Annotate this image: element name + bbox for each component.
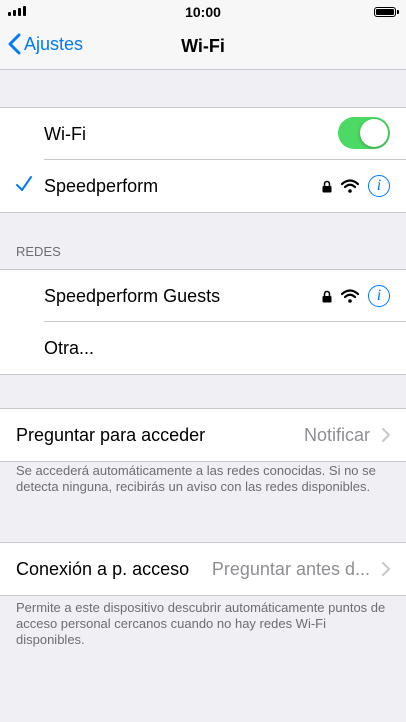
network-name: Speedperform Guests: [44, 285, 221, 306]
hotspot-row[interactable]: Conexión a p. acceso Preguntar antes d..…: [0, 543, 406, 595]
wifi-toggle-switch[interactable]: [338, 117, 390, 149]
ask-to-join-footer: Se accederá automáticamente a las redes …: [16, 463, 376, 494]
other-network-row[interactable]: Otra...: [0, 322, 406, 374]
navigation-bar: Ajustes Wi-Fi: [0, 24, 406, 70]
wifi-toggle-label: Wi-Fi: [44, 123, 86, 144]
status-time: 10:00: [185, 4, 221, 20]
hotspot-footer: Permite a este dispositivo descubrir aut…: [16, 600, 386, 647]
network-row[interactable]: Speedperform Guests i: [0, 270, 406, 322]
ask-to-join-value: Notificar: [303, 424, 370, 445]
connected-network-row[interactable]: Speedperform i: [0, 160, 406, 212]
info-icon[interactable]: i: [368, 175, 390, 197]
info-icon[interactable]: i: [368, 285, 390, 307]
hotspot-group: Conexión a p. acceso Preguntar antes d..…: [0, 542, 406, 596]
lock-icon: [322, 180, 332, 192]
wifi-toggle-row: Wi-Fi: [0, 108, 406, 160]
hotspot-label: Conexión a p. acceso: [16, 558, 190, 579]
chevron-right-icon: [382, 562, 390, 576]
wifi-signal-icon: [341, 179, 359, 193]
wifi-group: Wi-Fi Speedperform i: [0, 107, 406, 213]
hotspot-value: Preguntar antes d...: [211, 558, 370, 579]
wifi-signal-icon: [341, 289, 359, 303]
status-bar: 10:00: [0, 0, 406, 24]
networks-header: REDES: [16, 244, 61, 259]
battery-icon: [374, 7, 399, 17]
ask-to-join-label: Preguntar para acceder: [16, 424, 206, 445]
page-title: Wi-Fi: [181, 36, 225, 56]
connected-network-name: Speedperform: [44, 175, 159, 196]
ask-to-join-group: Preguntar para acceder Notificar: [0, 408, 406, 462]
lock-icon: [322, 290, 332, 302]
other-network-label: Otra...: [44, 337, 95, 358]
ask-to-join-row[interactable]: Preguntar para acceder Notificar: [0, 409, 406, 461]
chevron-right-icon: [382, 428, 390, 442]
checkmark-icon: [16, 176, 32, 191]
networks-group: Speedperform Guests i Otra...: [0, 269, 406, 375]
